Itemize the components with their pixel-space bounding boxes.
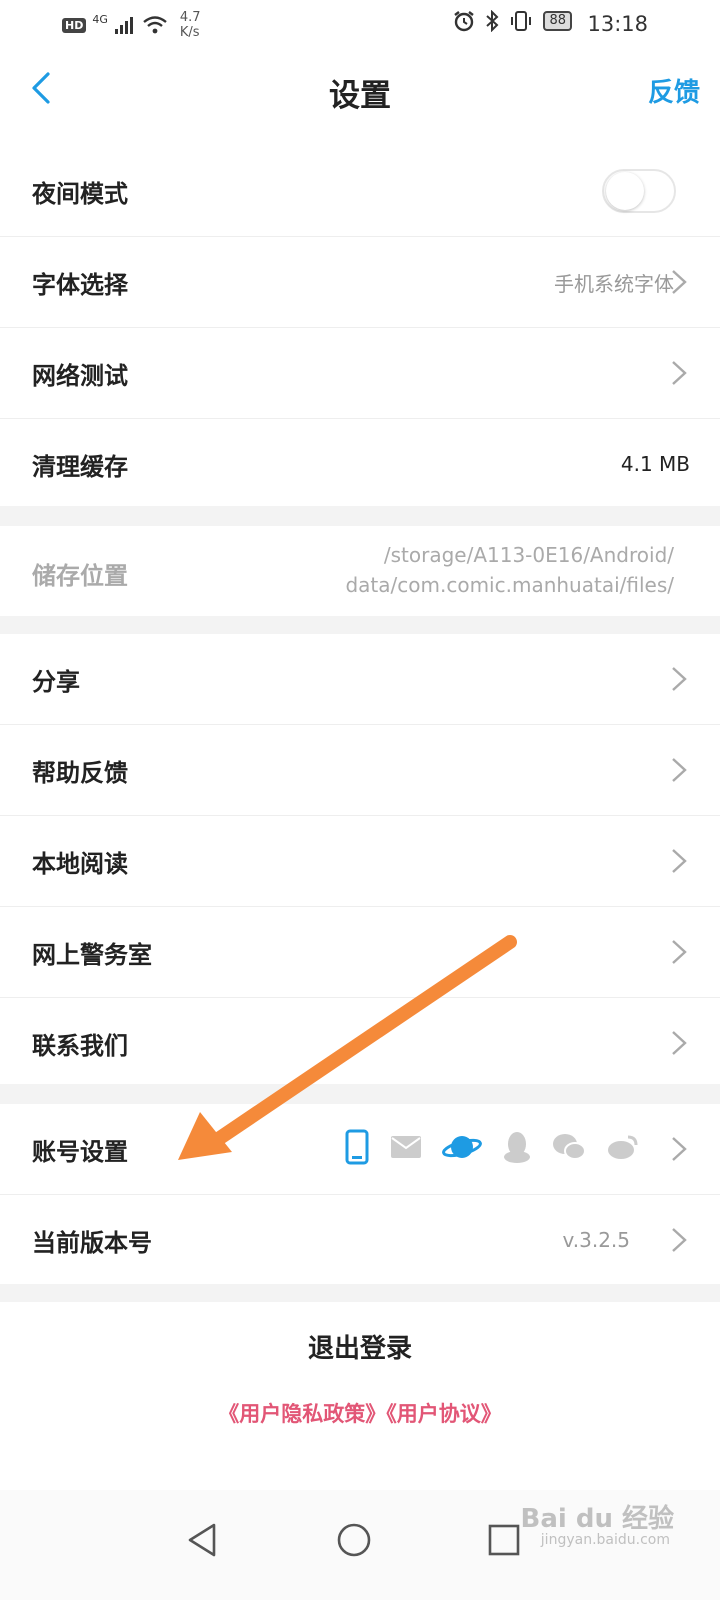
- bluetooth-icon: [486, 10, 499, 32]
- chevron-right-icon: [668, 664, 690, 694]
- settings-group-account: 账号设置 当前版本号 v.3.2.5: [0, 1104, 720, 1285]
- section-divider: [0, 1084, 720, 1104]
- contact-us-label: 联系我们: [32, 1030, 128, 1060]
- chevron-right-icon: [668, 1225, 690, 1255]
- storage-path-line2: data/com.comic.manhuatai/files/: [345, 573, 674, 597]
- chevron-right-icon: [668, 1134, 690, 1164]
- network-test-label: 网络测试: [32, 360, 128, 390]
- hd-badge: HD: [62, 17, 87, 33]
- help-feedback-row[interactable]: 帮助反馈: [0, 725, 720, 816]
- network-type: 4G: [92, 12, 108, 26]
- clear-cache-row[interactable]: 清理缓存 4.1 MB: [0, 419, 720, 509]
- font-select-label: 字体选择: [32, 269, 128, 299]
- status-right: 88: [453, 10, 572, 32]
- privacy-policy-links[interactable]: 《用户隐私政策》《用户协议》: [0, 1398, 720, 1428]
- chevron-right-icon: [668, 267, 690, 297]
- nav-back-button[interactable]: [184, 1520, 224, 1560]
- logout-button[interactable]: 退出登录: [0, 1328, 720, 1365]
- phone-icon: [344, 1129, 370, 1169]
- qq-icon: [502, 1130, 532, 1168]
- police-office-label: 网上警务室: [32, 939, 152, 969]
- chevron-right-icon: [668, 358, 690, 388]
- chevron-right-icon: [668, 937, 690, 967]
- network-test-row[interactable]: 网络测试: [0, 328, 720, 419]
- alarm-icon: [454, 11, 475, 32]
- version-label: 当前版本号: [32, 1227, 152, 1257]
- section-divider: [0, 616, 720, 634]
- settings-group-general: 夜间模式 字体选择 手机系统字体 网络测试 清理缓存 4.1 MB: [0, 146, 720, 509]
- nav-home-button[interactable]: [334, 1520, 374, 1560]
- chevron-right-icon: [668, 846, 690, 876]
- speed-value: 4.7: [179, 10, 201, 25]
- storage-path-line1: /storage/A113-0E16/Android/: [383, 543, 674, 567]
- police-office-row[interactable]: 网上警务室: [0, 907, 720, 998]
- circle-home-icon: [337, 1523, 371, 1557]
- contact-us-row[interactable]: 联系我们: [0, 998, 720, 1088]
- weibo-icon: [606, 1132, 640, 1166]
- status-bar: HD 4G 4.7 K/s 88 13:18: [0, 0, 720, 48]
- section-divider: [0, 1284, 720, 1302]
- toggle-knob: [606, 172, 644, 210]
- account-bind-icons: [344, 1129, 640, 1169]
- storage-location-row: 储存位置 /storage/A113-0E16/Android/ data/co…: [0, 526, 720, 616]
- battery-indicator: 88: [543, 11, 572, 31]
- clock: 13:18: [587, 12, 648, 36]
- mail-icon: [390, 1135, 422, 1163]
- app-header: 设置 反馈: [0, 56, 720, 120]
- clear-cache-label: 清理缓存: [32, 451, 128, 481]
- night-mode-toggle[interactable]: [602, 169, 676, 213]
- share-label: 分享: [32, 666, 80, 696]
- section-divider: [0, 506, 720, 526]
- wechat-icon: [552, 1132, 586, 1166]
- network-speed: 4.7 K/s: [180, 10, 201, 40]
- wifi-icon: [143, 16, 167, 34]
- settings-group-misc: 分享 帮助反馈 本地阅读 网上警务室 联系我们: [0, 634, 720, 1088]
- font-select-value: 手机系统字体: [554, 271, 674, 296]
- watermark-url: jingyan.baidu.com: [540, 1532, 670, 1548]
- vibrate-icon: [511, 11, 532, 31]
- font-select-row[interactable]: 字体选择 手机系统字体: [0, 237, 720, 328]
- cache-size: 4.1 MB: [620, 452, 690, 476]
- version-value: v.3.2.5: [562, 1228, 630, 1252]
- chevron-right-icon: [668, 1028, 690, 1058]
- account-settings-row[interactable]: 账号设置: [0, 1104, 720, 1195]
- speed-unit: K/s: [179, 25, 200, 40]
- share-row[interactable]: 分享: [0, 634, 720, 725]
- account-settings-label: 账号设置: [32, 1136, 128, 1166]
- local-read-label: 本地阅读: [32, 848, 128, 878]
- version-row[interactable]: 当前版本号 v.3.2.5: [0, 1195, 720, 1285]
- watermark-brand: Bai du 经验: [520, 1504, 675, 1534]
- page-title: 设置: [329, 78, 391, 114]
- storage-path: /storage/A113-0E16/Android/ data/com.com…: [345, 540, 674, 600]
- signal-icon: [114, 17, 133, 34]
- chevron-right-icon: [668, 755, 690, 785]
- nav-recents-button[interactable]: [484, 1520, 524, 1560]
- local-read-row[interactable]: 本地阅读: [0, 816, 720, 907]
- square-recents-icon: [488, 1524, 520, 1556]
- feedback-button[interactable]: 反馈: [648, 72, 700, 109]
- help-feedback-label: 帮助反馈: [32, 757, 128, 787]
- triangle-back-icon: [188, 1523, 216, 1557]
- storage-label: 储存位置: [32, 561, 128, 590]
- night-mode-row: 夜间模式: [0, 146, 720, 237]
- planet-icon: [442, 1131, 482, 1167]
- status-left: HD 4G 4.7 K/s: [62, 10, 201, 40]
- system-nav-bar: Bai du 经验 jingyan.baidu.com: [0, 1490, 720, 1600]
- night-mode-label: 夜间模式: [32, 178, 128, 208]
